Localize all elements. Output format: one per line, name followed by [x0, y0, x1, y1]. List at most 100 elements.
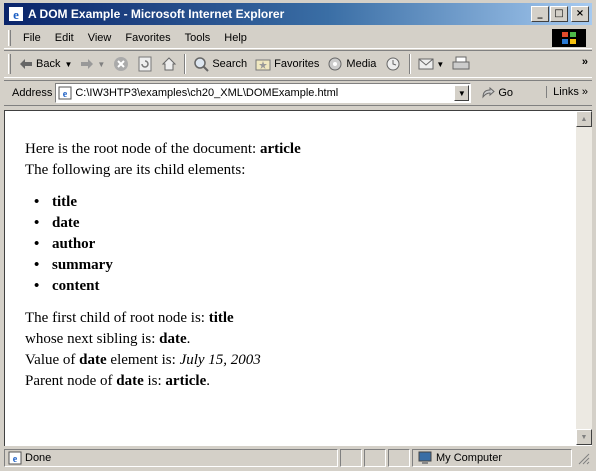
scroll-down-button[interactable]: ▼	[576, 429, 592, 445]
title-bar[interactable]: e A DOM Example - Microsoft Internet Exp…	[4, 3, 592, 25]
media-label: Media	[346, 58, 377, 70]
status-main-pane: e Done	[4, 449, 338, 467]
status-bar: e Done My Computer	[4, 448, 592, 468]
document-body: Here is the root node of the document: a…	[25, 139, 301, 392]
back-button[interactable]: Back ▼	[15, 53, 76, 75]
go-button[interactable]: Go	[481, 87, 513, 99]
home-icon	[162, 57, 177, 71]
media-icon	[328, 57, 342, 71]
print-button[interactable]	[448, 53, 474, 75]
security-zone-pane: My Computer	[412, 449, 572, 467]
favorites-icon	[255, 59, 271, 71]
forward-button[interactable]: ▼	[76, 53, 109, 75]
sibling-line: whose next sibling is: date.	[25, 329, 301, 350]
sibling-name: date	[159, 331, 187, 347]
value-element-name: date	[79, 352, 107, 368]
caption-buttons: _ □ ×	[531, 6, 589, 22]
computer-icon	[418, 451, 432, 464]
parent-element-name: date	[116, 373, 144, 389]
close-button[interactable]: ×	[571, 6, 589, 22]
date-value: July 15, 2003	[179, 352, 261, 368]
page-icon: e	[58, 86, 72, 100]
windows-logo-icon	[552, 29, 586, 47]
resize-grip-icon[interactable]	[576, 451, 590, 465]
parent-middle: is:	[143, 373, 166, 389]
toolbar-chevron[interactable]: »	[582, 56, 588, 68]
value-middle: element is:	[106, 352, 180, 368]
status-pane	[340, 449, 362, 467]
address-input[interactable]: C:\IW3HTP3\examples\ch20_XML\DOMExample.…	[75, 87, 338, 99]
ie-icon: e	[9, 7, 23, 22]
sibling-text: whose next sibling is:	[25, 331, 160, 347]
svg-text:e: e	[63, 89, 68, 100]
toolbar-grip[interactable]	[8, 54, 11, 74]
menu-help[interactable]: Help	[217, 32, 254, 44]
toolbar-separator	[409, 54, 412, 74]
history-button[interactable]	[380, 53, 406, 75]
scroll-up-button[interactable]: ▲	[576, 111, 592, 127]
first-child-text: The first child of root node is:	[25, 310, 209, 326]
parent-node-name: article	[165, 373, 207, 389]
list-item: author	[34, 234, 301, 255]
address-dropdown-icon[interactable]: ▼	[454, 85, 470, 101]
address-bar: Address e C:\IW3HTP3\examples\ch20_XML\D…	[4, 80, 592, 106]
root-node-line: Here is the root node of the document: a…	[25, 139, 301, 160]
favorites-button[interactable]: Favorites	[251, 53, 323, 75]
refresh-button[interactable]	[133, 53, 157, 75]
list-item: title	[34, 192, 301, 213]
favorites-label: Favorites	[274, 58, 320, 70]
address-field[interactable]: e C:\IW3HTP3\examples\ch20_XML\DOMExampl…	[55, 83, 472, 103]
search-icon	[194, 57, 210, 72]
back-dropdown-icon[interactable]: ▼	[64, 60, 72, 69]
vertical-scrollbar[interactable]: ▲ ▼	[576, 111, 592, 445]
standard-toolbar: Back ▼ ▼ Search Favorites Media ▼ »	[4, 50, 592, 78]
go-arrow-icon	[482, 87, 496, 99]
status-text: Done	[25, 452, 52, 464]
forward-arrow-icon	[81, 59, 94, 69]
menu-bar: File Edit View Favorites Tools Help	[4, 27, 592, 49]
list-item: summary	[34, 255, 301, 276]
value-prefix: Value of	[25, 352, 80, 368]
first-child-name: title	[208, 310, 234, 326]
zone-label: My Computer	[436, 452, 503, 464]
root-line-text: Here is the root node of the document:	[25, 141, 260, 157]
mail-button[interactable]: ▼	[414, 53, 448, 75]
parent-suffix: .	[206, 373, 210, 389]
sibling-suffix: .	[186, 331, 191, 347]
svg-text:e: e	[13, 454, 18, 465]
window-title: A DOM Example - Microsoft Internet Explo…	[28, 7, 285, 21]
back-label: Back	[36, 58, 61, 70]
menu-favorites[interactable]: Favorites	[118, 32, 177, 44]
menu-edit[interactable]: Edit	[48, 32, 81, 44]
status-pane	[388, 449, 410, 467]
root-node-name: article	[259, 141, 301, 157]
links-button[interactable]: Links »	[546, 86, 588, 98]
svg-text:e: e	[13, 7, 19, 22]
menu-file[interactable]: File	[16, 32, 48, 44]
mail-dropdown-icon[interactable]: ▼	[436, 60, 444, 69]
stop-button[interactable]	[109, 53, 133, 75]
go-label: Go	[498, 87, 514, 99]
value-line: Value of date element is: July 15, 2003	[25, 350, 301, 371]
list-item: date	[34, 213, 301, 234]
search-label: Search	[212, 58, 248, 70]
mail-icon	[418, 58, 434, 70]
search-button[interactable]: Search	[189, 53, 251, 75]
menu-grip[interactable]	[8, 29, 11, 46]
menu-view[interactable]: View	[81, 32, 119, 44]
maximize-button[interactable]: □	[550, 6, 568, 22]
media-button[interactable]: Media	[323, 53, 380, 75]
address-label: Address	[12, 87, 53, 99]
toolbar-separator	[184, 54, 187, 74]
forward-dropdown-icon[interactable]: ▼	[97, 60, 105, 69]
home-button[interactable]	[157, 53, 181, 75]
minimize-button[interactable]: _	[531, 6, 549, 22]
print-icon	[452, 56, 470, 70]
refresh-icon	[138, 56, 152, 72]
menu-tools[interactable]: Tools	[178, 32, 218, 44]
children-intro: The following are its child elements:	[25, 162, 246, 178]
status-pane	[364, 449, 386, 467]
parent-prefix: Parent node of	[25, 373, 117, 389]
history-icon	[386, 57, 400, 71]
browser-window: e A DOM Example - Microsoft Internet Exp…	[0, 0, 596, 471]
